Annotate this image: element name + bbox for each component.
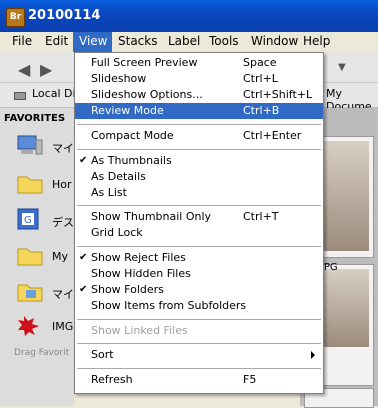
menu-item-show-thumbnail-only[interactable]: Show Thumbnail Only Ctrl+T xyxy=(75,209,323,225)
favorite-desktop[interactable]: G デス xyxy=(16,208,74,236)
menu-bar: File Edit View Stacks Label Tools Window… xyxy=(0,32,378,52)
favorite-my-folder[interactable]: My xyxy=(16,244,74,272)
view-menu-dropdown: Full Screen Preview Space Slideshow Ctrl… xyxy=(74,52,324,394)
menu-stacks[interactable]: Stacks xyxy=(112,32,163,52)
folder-icon xyxy=(17,176,43,194)
menu-item-label: As Details xyxy=(91,170,146,183)
menu-item-refresh[interactable]: Refresh F5 xyxy=(75,372,323,388)
menu-item-shortcut: Ctrl+L xyxy=(243,72,278,85)
menu-item-label: Sort xyxy=(91,348,114,361)
menu-item-label: Full Screen Preview xyxy=(91,56,198,69)
menu-item-label: Show Folders xyxy=(91,283,164,296)
menu-item-show-linked-files: Show Linked Files xyxy=(75,323,323,339)
menu-item-compact-mode[interactable]: Compact Mode Ctrl+Enter xyxy=(75,128,323,144)
menu-item-shortcut: Ctrl+B xyxy=(243,104,280,117)
menu-item-sort[interactable]: Sort xyxy=(75,347,323,363)
menu-item-label: Show Thumbnail Only xyxy=(91,210,212,223)
menu-item-label: As Thumbnails xyxy=(91,154,172,167)
submenu-arrow-icon xyxy=(311,351,315,359)
menu-item-as-details[interactable]: As Details xyxy=(75,169,323,185)
menu-item-show-reject-files[interactable]: ✔ Show Reject Files xyxy=(75,250,323,266)
drive-icon xyxy=(14,92,26,100)
favorite-home[interactable]: Hor xyxy=(16,172,74,200)
menu-window[interactable]: Window xyxy=(245,32,304,52)
menu-item-label: Show Hidden Files xyxy=(91,267,191,280)
favorites-panel: FAVORITES マイ Hor G デス My マイ IMG Drag Fav… xyxy=(0,108,74,406)
folder-icon xyxy=(17,248,43,266)
menu-help[interactable]: Help xyxy=(297,32,336,52)
window-title: 20100114 xyxy=(28,8,101,23)
chevron-down-icon[interactable]: ▼ xyxy=(338,62,346,73)
pictures-folder-icon xyxy=(17,284,43,302)
menu-separator xyxy=(77,343,321,344)
menu-item-label: Slideshow Options... xyxy=(91,88,203,101)
favorite-label: Hor xyxy=(52,178,72,191)
menu-item-show-folders[interactable]: ✔ Show Folders xyxy=(75,282,323,298)
checkmark-icon: ✔ xyxy=(79,155,88,166)
menu-item-grid-lock[interactable]: Grid Lock xyxy=(75,225,323,241)
menu-separator xyxy=(77,246,321,247)
image-file-icon xyxy=(18,316,39,336)
checkmark-icon: ✔ xyxy=(79,284,88,295)
favorite-label: マイ xyxy=(52,142,74,155)
menu-separator xyxy=(77,149,321,150)
menu-item-shortcut: Ctrl+Shift+L xyxy=(243,88,313,101)
menu-separator xyxy=(77,319,321,320)
bridge-app-icon: Br xyxy=(6,8,25,27)
menu-item-slideshow-options[interactable]: Slideshow Options... Ctrl+Shift+L xyxy=(75,87,323,103)
favorite-my-computer[interactable]: マイ xyxy=(16,134,74,162)
favorite-label: IMG xyxy=(52,320,74,333)
menu-item-show-hidden-files[interactable]: Show Hidden Files xyxy=(75,266,323,282)
drag-favorites-hint: Drag Favorit xyxy=(14,348,70,358)
menu-item-shortcut: Ctrl+Enter xyxy=(243,129,302,142)
menu-item-label: As List xyxy=(91,186,127,199)
menu-separator xyxy=(77,124,321,125)
checkmark-icon: ✔ xyxy=(79,252,88,263)
computer-icon xyxy=(17,135,43,155)
menu-item-label: Grid Lock xyxy=(91,226,143,239)
menu-item-full-screen-preview[interactable]: Full Screen Preview Space xyxy=(75,55,323,71)
menu-item-slideshow[interactable]: Slideshow Ctrl+L xyxy=(75,71,323,87)
menu-item-as-list[interactable]: As List xyxy=(75,185,323,201)
menu-item-shortcut: Space xyxy=(243,56,277,69)
menu-item-as-thumbnails[interactable]: ✔ As Thumbnails xyxy=(75,153,323,169)
menu-separator xyxy=(77,205,321,206)
menu-item-show-items-from-subfolders[interactable]: Show Items from Subfolders xyxy=(75,298,323,314)
forward-arrow-icon[interactable]: ▶ xyxy=(40,60,52,79)
menu-item-label: Show Linked Files xyxy=(91,324,188,337)
favorite-img[interactable]: IMG xyxy=(16,314,74,342)
favorite-label: デス xyxy=(52,216,74,229)
menu-tools[interactable]: Tools xyxy=(203,32,245,52)
menu-item-shortcut: Ctrl+T xyxy=(243,210,279,223)
favorite-label: マイ xyxy=(52,288,74,301)
back-arrow-icon[interactable]: ◀ xyxy=(18,60,30,79)
menu-separator xyxy=(77,368,321,369)
menu-label[interactable]: Label xyxy=(162,32,206,52)
menu-item-label: Show Reject Files xyxy=(91,251,186,264)
menu-item-label: Show Items from Subfolders xyxy=(91,299,247,312)
menu-item-review-mode[interactable]: Review Mode Ctrl+B xyxy=(75,103,323,119)
menu-item-label: Compact Mode xyxy=(91,129,174,142)
menu-item-label: Refresh xyxy=(91,373,133,386)
menu-item-label: Review Mode xyxy=(91,104,164,117)
favorite-my-pictures[interactable]: マイ xyxy=(16,280,74,308)
title-bar: Br 20100114 xyxy=(0,0,378,32)
favorites-header: FAVORITES xyxy=(4,113,66,124)
menu-item-shortcut: F5 xyxy=(243,373,257,386)
favorite-label: My xyxy=(52,250,69,263)
menu-view[interactable]: View xyxy=(73,32,112,52)
menu-item-label: Slideshow xyxy=(91,72,147,85)
menu-file[interactable]: File xyxy=(6,32,38,52)
svg-text:G: G xyxy=(24,215,32,226)
menu-edit[interactable]: Edit xyxy=(39,32,74,52)
desktop-icon: G xyxy=(17,208,39,230)
